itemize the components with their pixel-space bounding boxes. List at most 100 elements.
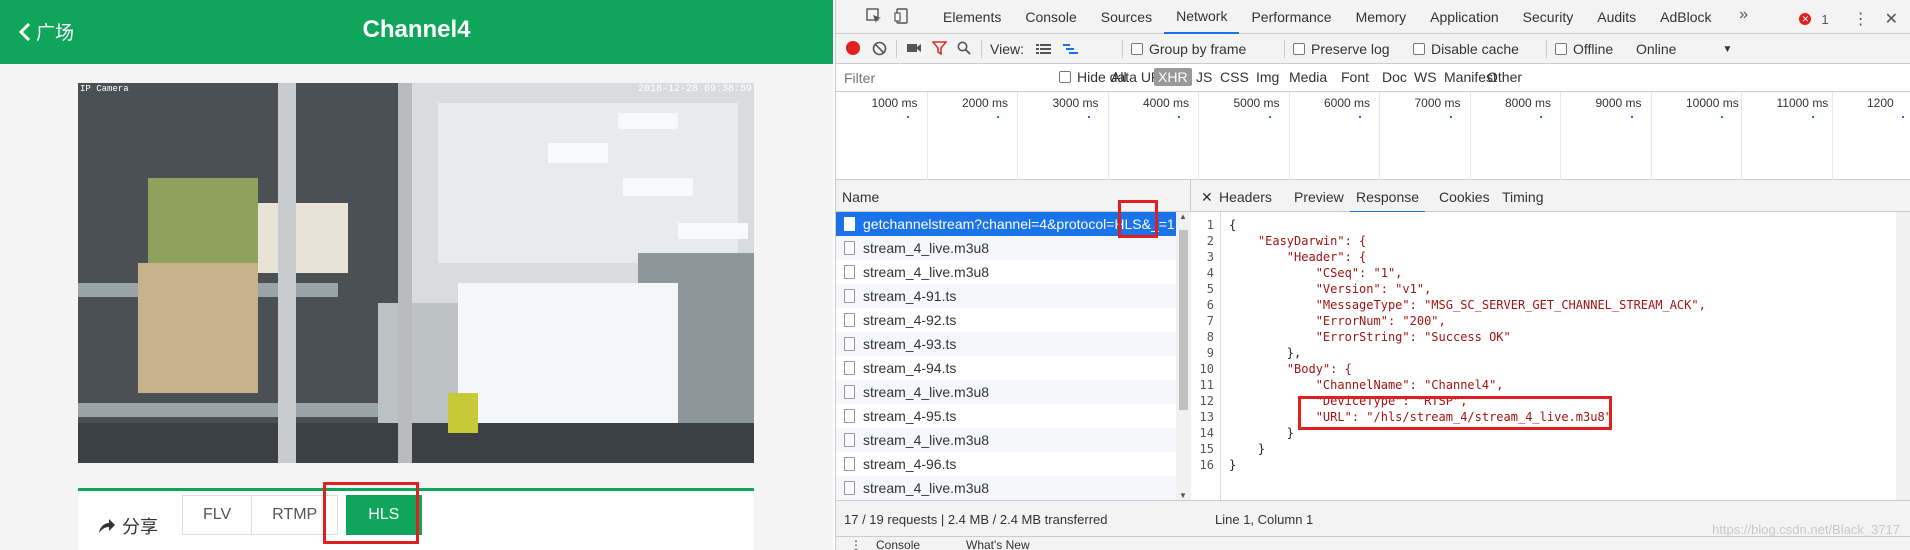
network-overview[interactable]: 1000 ms 2000 ms 3000 ms 4000 ms 5000 ms 6000 … (836, 92, 1910, 180)
request-name: stream_4-91.ts (863, 288, 957, 304)
request-row[interactable]: stream_4_live.m3u8 (836, 476, 1190, 500)
record-button[interactable] (846, 41, 860, 55)
tab-elements[interactable]: Elements (931, 0, 1013, 34)
video-player[interactable]: IP Camera 2018-12-28 09:38:59 (78, 83, 754, 463)
line-number: 10 (1199, 362, 1214, 376)
filter-type-other[interactable]: Other (1487, 69, 1522, 85)
file-icon (844, 433, 855, 447)
timeline-tick-label: 2000 ms (962, 96, 1009, 110)
tab-security[interactable]: Security (1511, 0, 1586, 34)
group-by-frame-option[interactable]: Group by frame (1131, 41, 1246, 57)
filter-type-all[interactable]: All (1111, 69, 1127, 85)
drawer-tab-console[interactable]: Console (876, 538, 920, 550)
page-header: 广场 Channel4 (0, 0, 833, 64)
line-number: 13 (1199, 410, 1214, 424)
response-viewer[interactable]: 1 2 3 4 5 6 7 8 9 10 11 12 13 14 15 16 { "EasyDarwin": … (1191, 212, 1910, 500)
offline-checkbox[interactable] (1555, 43, 1567, 55)
response-line: "Body": { (1229, 362, 1352, 376)
waterfall-icon[interactable] (1062, 43, 1078, 55)
preserve-log-option[interactable]: Preserve log (1293, 41, 1390, 57)
request-row[interactable]: stream_4-96.ts (836, 452, 1190, 476)
request-list-scrollbar[interactable]: ▲ ▼ (1176, 212, 1191, 500)
close-detail-icon[interactable]: ✕ (1201, 189, 1213, 206)
tab-application[interactable]: Application (1418, 0, 1511, 34)
devtools-panel: Elements Console Sources Network Performance… (835, 0, 1910, 550)
line-number: 12 (1199, 394, 1214, 408)
tab-network[interactable]: Network (1164, 0, 1240, 34)
filter-input[interactable] (842, 67, 1022, 89)
devtools-tabs: Elements Console Sources Network Performance… (931, 0, 1724, 34)
protocol-button-flv[interactable]: FLV (182, 495, 253, 535)
drawer-menu-icon[interactable]: ⋮ (850, 538, 862, 550)
detail-tab-headers[interactable]: Headers (1219, 189, 1272, 205)
device-toolbar-icon[interactable] (894, 8, 910, 24)
filter-toggle[interactable] (932, 41, 947, 55)
filter-type-font[interactable]: Font (1341, 69, 1369, 85)
response-line: "ChannelName": "Channel4", (1229, 378, 1504, 392)
filter-type-doc[interactable]: Doc (1382, 69, 1407, 85)
throttle-select[interactable]: Online ▼ (1636, 41, 1732, 57)
detail-tab-timing[interactable]: Timing (1502, 189, 1544, 205)
file-icon (844, 265, 855, 279)
filter-type-ws[interactable]: WS (1414, 69, 1437, 85)
disable-cache-checkbox[interactable] (1413, 43, 1425, 55)
more-tabs-icon[interactable]: » (1739, 6, 1748, 24)
timeline-tick-label: 11000 ms (1776, 96, 1829, 110)
request-row[interactable]: stream_4_live.m3u8 (836, 380, 1190, 404)
request-row[interactable]: stream_4-93.ts (836, 332, 1190, 356)
group-by-frame-checkbox[interactable] (1131, 43, 1143, 55)
request-row[interactable]: stream_4-91.ts (836, 284, 1190, 308)
request-list-scroll-thumb[interactable] (1179, 230, 1188, 410)
timeline-gridline (1107, 92, 1109, 180)
scroll-down-icon[interactable]: ▼ (1179, 491, 1187, 500)
error-icon[interactable]: ✕ (1799, 13, 1812, 25)
tab-sources[interactable]: Sources (1089, 0, 1164, 34)
tab-memory[interactable]: Memory (1344, 0, 1419, 34)
tab-performance[interactable]: Performance (1239, 0, 1343, 34)
timeline-request-mark (1811, 116, 1814, 118)
search-button[interactable] (957, 41, 971, 55)
error-count: 1 (1821, 11, 1829, 27)
inspect-element-icon[interactable] (866, 8, 882, 24)
request-row[interactable]: stream_4_live.m3u8 (836, 428, 1190, 452)
request-row[interactable]: stream_4_live.m3u8 (836, 236, 1190, 260)
filter-type-js[interactable]: JS (1196, 69, 1212, 85)
offline-option[interactable]: Offline (1555, 41, 1613, 57)
large-rows-icon[interactable] (1035, 43, 1051, 55)
request-row[interactable]: stream_4-95.ts (836, 404, 1190, 428)
tab-console[interactable]: Console (1013, 0, 1088, 34)
tab-audits[interactable]: Audits (1585, 0, 1648, 34)
clear-button[interactable] (872, 41, 887, 56)
disable-cache-option[interactable]: Disable cache (1413, 41, 1519, 57)
detail-tab-cookies[interactable]: Cookies (1439, 189, 1490, 205)
response-scrollbar[interactable] (1896, 212, 1910, 500)
filter-type-css[interactable]: CSS (1220, 69, 1249, 85)
name-column-header[interactable]: Name (842, 189, 879, 205)
hide-data-urls-checkbox[interactable] (1059, 71, 1071, 83)
file-icon (844, 409, 855, 423)
search-icon (957, 41, 971, 55)
line-number: 3 (1206, 250, 1214, 264)
detail-tab-response[interactable]: Response (1350, 186, 1426, 213)
request-name: stream_4_live.m3u8 (863, 240, 990, 256)
timeline-request-mark (1540, 116, 1542, 118)
filter-bar: Hide data URLs AllXHRJSCSSImgMediaFontDo… (836, 64, 1910, 92)
filter-type-media[interactable]: Media (1289, 69, 1327, 85)
screenshot-button[interactable] (906, 41, 922, 55)
line-number: 11 (1199, 378, 1214, 392)
tab-adblock[interactable]: AdBlock (1648, 0, 1723, 34)
drawer-tab-whats-new[interactable]: What's New (966, 538, 1030, 550)
scroll-up-icon[interactable]: ▲ (1179, 212, 1187, 221)
close-devtools-icon[interactable]: ✕ (1885, 9, 1898, 29)
preserve-log-checkbox[interactable] (1293, 43, 1305, 55)
detail-tab-preview[interactable]: Preview (1294, 189, 1344, 205)
share-button[interactable]: 分享 (98, 513, 158, 539)
request-name: stream_4-93.ts (863, 336, 957, 352)
filter-type-xhr[interactable]: XHR (1154, 68, 1192, 86)
filter-type-img[interactable]: Img (1256, 69, 1279, 85)
kebab-menu-icon[interactable]: ⋮ (1853, 9, 1869, 29)
request-row[interactable]: stream_4_live.m3u8 (836, 260, 1190, 284)
share-icon (99, 519, 115, 533)
request-row[interactable]: stream_4-94.ts (836, 356, 1190, 380)
request-row[interactable]: stream_4-92.ts (836, 308, 1190, 332)
